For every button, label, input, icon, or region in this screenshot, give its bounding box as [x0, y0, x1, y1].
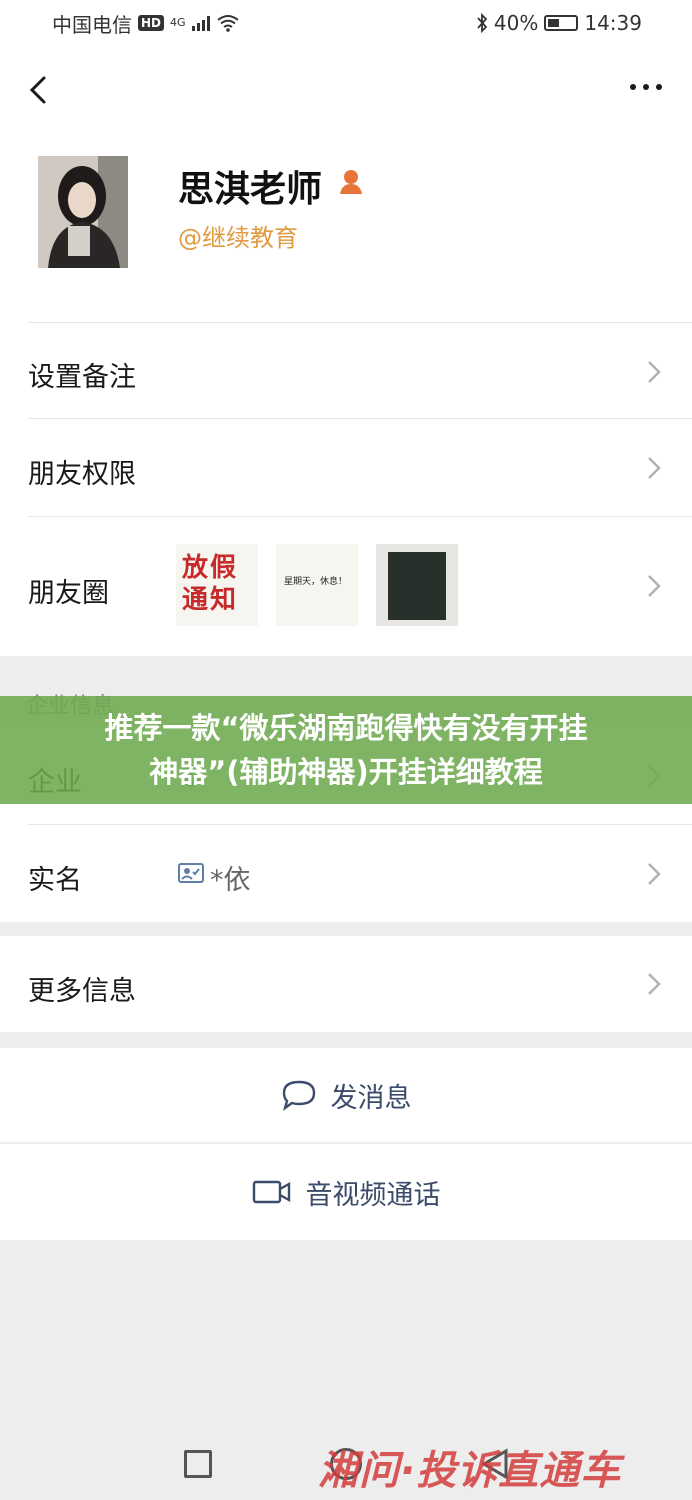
moments-thumbnail[interactable] — [376, 544, 458, 626]
banner-line-1: 推荐一款“微乐湖南跑得快有没有开挂 — [104, 711, 588, 745]
thumbnail-text: 放假通知 — [182, 553, 239, 615]
divider — [28, 824, 692, 825]
set-remark-label: 设置备注 — [28, 362, 136, 393]
hd-badge: HD — [138, 15, 165, 31]
status-bar: 中国电信 HD 4G 40% 14:39 — [0, 0, 692, 46]
row-moments[interactable]: 朋友圈 放假通知 星期天，休息！ — [0, 516, 692, 656]
battery-icon — [544, 15, 579, 31]
clock: 14:39 — [584, 11, 642, 35]
friend-permission-label: 朋友权限 — [28, 459, 136, 490]
wifi-icon — [216, 15, 239, 32]
overlay-title-banner: 推荐一款“微乐湖南跑得快有没有开挂 神器”(辅助神器)开挂详细教程 — [0, 696, 692, 804]
divider — [28, 516, 692, 517]
thumbnail-text: 星期天，休息！ — [284, 577, 348, 587]
chevron-right-icon — [648, 575, 661, 597]
status-left: 中国电信 HD 4G — [52, 9, 240, 38]
chevron-right-icon — [648, 457, 661, 479]
system-navigation-bar: 湘问·投诉直通车 — [0, 1420, 692, 1500]
row-more-info[interactable]: 更多信息 — [0, 936, 692, 1032]
moments-thumbnails: 放假通知 星期天，休息！ — [176, 544, 458, 626]
status-right: 40% 14:39 — [476, 11, 642, 35]
video-call-button[interactable]: 音视频通话 — [0, 1144, 692, 1240]
verified-person-icon — [340, 170, 362, 194]
recent-apps-icon[interactable] — [184, 1450, 212, 1478]
row-real-name[interactable]: 实名 *依 — [0, 824, 692, 922]
carrier-label: 中国电信 — [52, 12, 132, 37]
send-message-button[interactable]: 发消息 — [0, 1048, 692, 1142]
chevron-right-icon — [648, 973, 661, 995]
real-name-label: 实名 — [28, 865, 82, 896]
avatar[interactable] — [38, 156, 128, 268]
divider — [28, 418, 692, 419]
row-set-remark[interactable]: 设置备注 — [0, 322, 692, 418]
dark-photo — [388, 552, 446, 620]
video-call-label: 音视频通话 — [305, 1179, 441, 1211]
moments-label: 朋友圈 — [28, 578, 109, 609]
bluetooth-icon — [477, 13, 488, 33]
moments-thumbnail[interactable]: 星期天，休息！ — [276, 544, 358, 626]
battery-percent: 40% — [493, 11, 539, 35]
divider — [28, 322, 692, 323]
chevron-right-icon — [648, 361, 661, 383]
id-card-icon — [178, 863, 204, 883]
profile-header: 思淇老师 @继续教育 — [0, 132, 692, 322]
organization-label[interactable]: @继续教育 — [178, 218, 298, 253]
signal-icon — [191, 15, 210, 31]
top-navigation-bar — [0, 46, 692, 132]
row-friend-permission[interactable]: 朋友权限 — [0, 418, 692, 516]
video-camera-icon — [252, 1180, 290, 1204]
real-name-value: *依 — [210, 865, 251, 896]
chat-bubble-icon — [282, 1080, 315, 1111]
send-message-label: 发消息 — [330, 1082, 412, 1114]
watermark-logo: 湘问·投诉直通车 — [318, 1448, 622, 1494]
contact-name: 思淇老师 — [178, 169, 323, 210]
moments-thumbnail[interactable]: 放假通知 — [176, 544, 258, 626]
banner-line-2: 神器”(辅助神器)开挂详细教程 — [149, 755, 543, 789]
network-label: 4G — [170, 16, 186, 29]
more-info-label: 更多信息 — [28, 976, 136, 1007]
more-options-icon[interactable] — [630, 84, 662, 90]
chevron-right-icon — [648, 863, 661, 885]
back-arrow-icon[interactable] — [26, 70, 56, 110]
